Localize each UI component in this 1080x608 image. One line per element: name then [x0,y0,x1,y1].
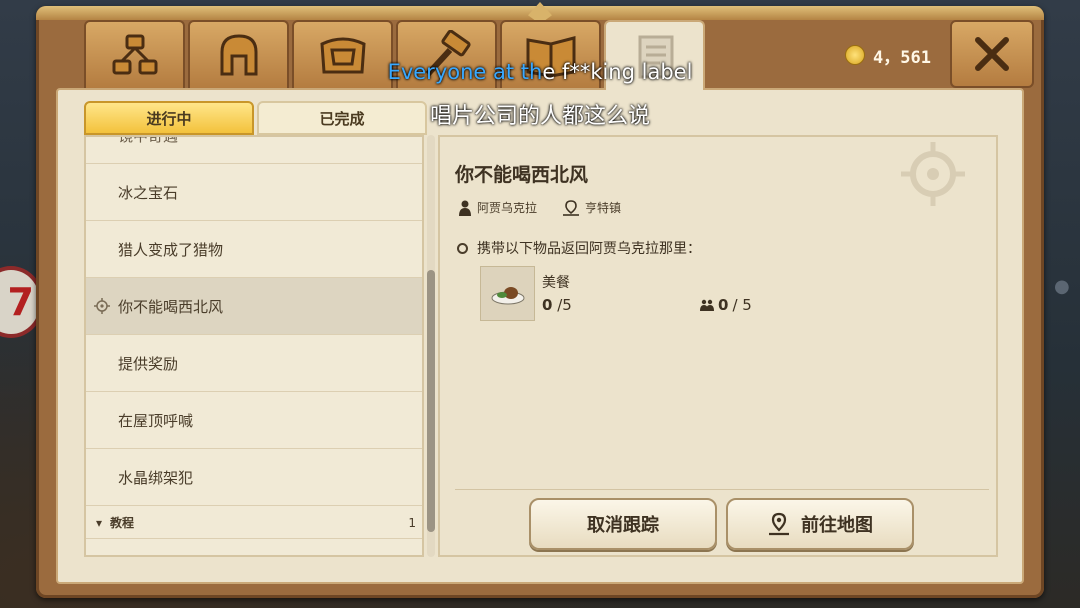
quest-location-name: 亨特镇 [585,201,622,215]
cancel-tracking-button[interactable]: 取消跟踪 [529,498,717,550]
map-pin-icon [769,512,789,536]
quest-item[interactable]: 猎人变成了猎物 [86,221,422,278]
party-icon [700,299,714,311]
quest-list: 镜中奇遇 冰之宝石 猎人变成了猎物 你不能喝西北风 提供奖励 在屋顶呼喊 水晶绑… [84,135,424,557]
quest-group-label: 教程 [110,516,135,530]
chevron-down-icon: ▾ [96,515,103,530]
quest-objective: 携带以下物品返回阿贾乌克拉那里： [457,238,701,258]
quest-item-label: 冰之宝石 [118,183,179,202]
quest-item-label: 你不能喝西北风 [118,297,224,316]
item-slot[interactable] [480,266,535,321]
quest-npc: 阿贾乌克拉 [458,199,537,216]
quest-item-label: 水晶绑架犯 [118,468,194,487]
subtitle-karaoke-rest: e f**king label [542,60,693,84]
meal-icon [491,286,524,304]
player-marker-icon: ● [1054,276,1070,297]
cancel-tracking-label: 取消跟踪 [587,515,659,536]
quest-item-label: 提供奖励 [118,354,179,373]
quest-target-icon [901,142,965,206]
item-progress-current: 0 [542,296,553,314]
scrollbar-thumb[interactable] [427,270,435,532]
party-progress: 0 / 5 [700,296,752,314]
quest-group-tutorial[interactable]: ▾ 教程 1 [86,507,422,539]
quest-item[interactable]: 提供奖励 [86,335,422,392]
quest-title: 你不能喝西北风 [455,164,589,186]
quest-location: 亨特镇 [562,199,621,216]
party-progress-total: / 5 [732,296,752,314]
item-progress: 0 /5 [542,296,572,314]
item-progress-total: /5 [557,296,572,314]
go-to-map-button[interactable]: 前往地图 [726,498,914,550]
subtitle-line-1: Everyone at the f**king label [0,60,1080,84]
detail-divider [455,489,989,490]
npc-icon [459,200,471,216]
quest-npc-name: 阿贾乌克拉 [477,201,538,215]
quest-item-selected[interactable]: 你不能喝西北风 [86,278,422,335]
quest-item[interactable]: 在屋顶呼喊 [86,392,422,449]
quest-item[interactable]: 水晶绑架犯 [86,449,422,506]
go-to-map-label: 前往地图 [801,515,873,536]
location-pin-icon [563,199,579,216]
quest-item-label: 在屋顶呼喊 [118,411,194,430]
tracking-icon [94,298,110,314]
quest-item[interactable]: 镜中奇遇 [86,135,422,164]
party-progress-current: 0 [718,296,729,314]
subtitle-line-2: 唱片公司的人都这么说 [429,104,650,129]
quest-group-count: 1 [408,515,416,530]
quest-item[interactable]: 冰之宝石 [86,164,422,221]
quest-item-label: 猎人变成了猎物 [118,240,224,259]
item-name: 美餐 [542,275,570,291]
objective-text: 携带以下物品返回阿贾乌克拉那里： [477,241,701,257]
subtitle-karaoke-highlight: Everyone at th [387,60,543,84]
objective-status-icon [457,242,468,254]
quest-item-label: 镜中奇遇 [118,135,179,145]
